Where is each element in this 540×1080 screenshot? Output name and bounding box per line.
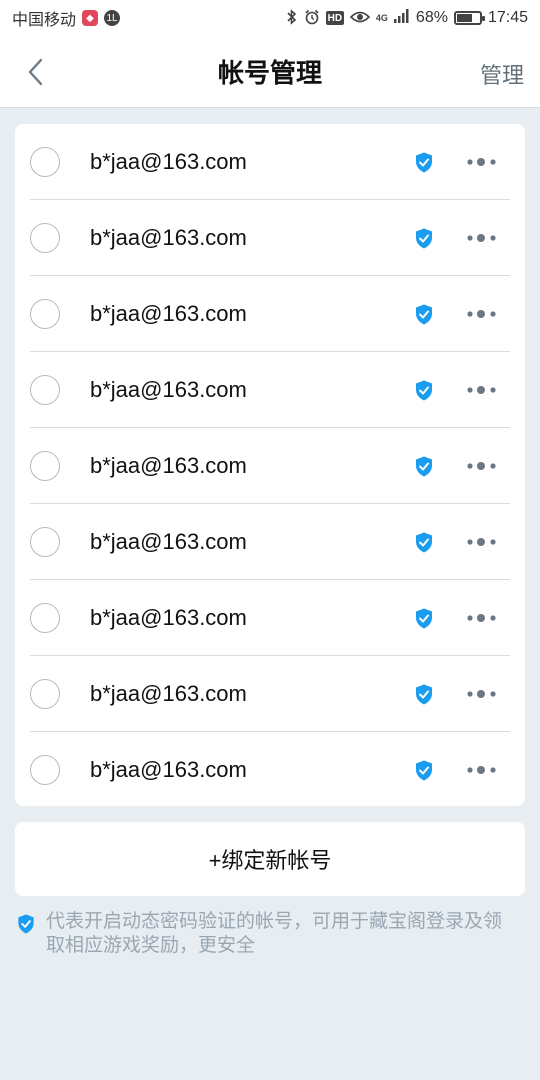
account-radio[interactable]: [30, 451, 60, 481]
more-dots-icon: [467, 234, 496, 242]
status-left: 中国移动 ◆ 1L: [12, 6, 121, 30]
more-options-button[interactable]: [464, 604, 500, 632]
account-radio[interactable]: [30, 375, 60, 405]
bluetooth-icon: [286, 8, 298, 28]
alarm-icon: [304, 9, 320, 28]
security-footnote: 代表开启动态密码验证的帐号，可用于藏宝阁登录及领取相应游戏奖励，更安全: [17, 910, 517, 958]
more-options-button[interactable]: [464, 680, 500, 708]
app-header: 帐号管理 管理: [0, 36, 540, 108]
more-options-button[interactable]: [464, 756, 500, 784]
chevron-left-icon: [28, 58, 43, 86]
carrier-label: 中国移动: [12, 12, 77, 29]
account-row[interactable]: b*jaa@163.com: [15, 732, 525, 806]
page-title: 帐号管理: [217, 58, 322, 88]
battery-fill: [456, 14, 472, 22]
account-row[interactable]: b*jaa@163.com: [15, 504, 525, 580]
shield-check-icon: [414, 455, 434, 477]
account-row[interactable]: b*jaa@163.com: [15, 124, 525, 200]
more-dots-icon: [467, 690, 496, 698]
account-radio[interactable]: [30, 527, 60, 557]
hd-label: HD: [327, 12, 343, 24]
account-row[interactable]: b*jaa@163.com: [15, 276, 525, 352]
manage-button[interactable]: 管理: [480, 58, 524, 90]
account-email: b*jaa@163.com: [90, 301, 247, 326]
more-dots-icon: [467, 538, 496, 546]
shield-check-icon: [414, 151, 434, 173]
more-options-button[interactable]: [464, 224, 500, 252]
account-email: b*jaa@163.com: [90, 225, 247, 250]
account-list: b*jaa@163.com b*jaa@163.com b*jaa@163.co…: [15, 124, 525, 806]
network-label: 4G: [375, 12, 388, 23]
shield-check-icon: [414, 303, 434, 325]
status-right: HD 4G 68% 17:45: [286, 8, 528, 28]
account-row[interactable]: b*jaa@163.com: [15, 352, 525, 428]
account-row[interactable]: b*jaa@163.com: [15, 656, 525, 732]
circle-badge-icon: 1L: [104, 10, 121, 26]
account-radio[interactable]: [30, 223, 60, 253]
more-options-button[interactable]: [464, 376, 500, 404]
more-options-button[interactable]: [464, 528, 500, 556]
shield-check-icon: [414, 607, 434, 629]
account-email: b*jaa@163.com: [90, 681, 247, 706]
clock-time: 17:45: [487, 9, 528, 26]
account-radio[interactable]: [30, 299, 60, 329]
battery-percent: 68%: [415, 9, 448, 26]
more-dots-icon: [467, 310, 496, 318]
account-row[interactable]: b*jaa@163.com: [15, 428, 525, 504]
account-email: b*jaa@163.com: [90, 453, 247, 478]
account-email: b*jaa@163.com: [90, 605, 247, 630]
shield-check-icon: [414, 379, 434, 401]
shield-check-icon: [414, 759, 434, 781]
status-bar: 中国移动 ◆ 1L HD 4G 68% 17:45: [0, 0, 540, 36]
more-dots-icon: [467, 614, 496, 622]
more-dots-icon: [467, 766, 496, 774]
account-email: b*jaa@163.com: [90, 757, 247, 782]
shield-check-icon: [18, 914, 34, 934]
shield-check-icon: [414, 531, 434, 553]
account-email: b*jaa@163.com: [90, 149, 247, 174]
more-dots-icon: [467, 386, 496, 394]
account-radio[interactable]: [30, 147, 60, 177]
signal-icon: [393, 8, 410, 28]
more-options-button[interactable]: [464, 148, 500, 176]
account-radio[interactable]: [30, 679, 60, 709]
back-button[interactable]: [20, 54, 50, 90]
battery-icon: [453, 11, 485, 25]
4g-icon: 4G: [375, 12, 388, 23]
account-radio[interactable]: [30, 755, 60, 785]
footnote-text: 代表开启动态密码验证的帐号，可用于藏宝阁登录及领取相应游戏奖励，更安全: [46, 911, 503, 956]
account-radio[interactable]: [30, 603, 60, 633]
more-options-button[interactable]: [464, 452, 500, 480]
shield-check-icon: [414, 227, 434, 249]
eye-icon: [349, 10, 371, 27]
account-email: b*jaa@163.com: [90, 529, 247, 554]
more-dots-icon: [467, 158, 496, 166]
account-row[interactable]: b*jaa@163.com: [15, 580, 525, 656]
account-email: b*jaa@163.com: [90, 377, 247, 402]
bind-new-account-button[interactable]: +绑定新帐号: [15, 822, 525, 896]
account-row[interactable]: b*jaa@163.com: [15, 200, 525, 276]
hd-icon: HD: [325, 11, 344, 25]
more-options-button[interactable]: [464, 300, 500, 328]
shield-check-icon: [414, 683, 434, 705]
more-dots-icon: [467, 462, 496, 470]
app-notification-icon: ◆: [82, 10, 99, 26]
